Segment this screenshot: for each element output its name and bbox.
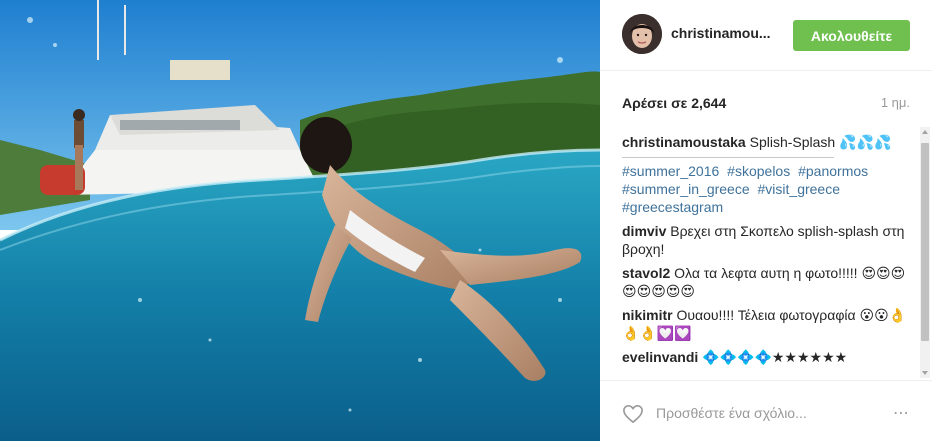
caption-user[interactable]: christinamoustaka [622,134,746,150]
comments-scrollbar[interactable] [920,127,930,378]
follow-button[interactable]: Ακολουθείτε [793,20,910,51]
comment-user[interactable]: nikimitr [622,307,673,323]
comment: stavol2 Ολα τα λεφτα αυτη η φωτο!!!!! 😍😍… [622,264,912,300]
hashtags: #summer_2016 #skopelos #panormos #summer… [622,162,912,216]
comment: nikimitr Ουαου!!!! Τέλεια φωτογραφία 😮😮👌… [622,306,912,342]
hashtag[interactable]: #greecestagram [622,199,723,215]
post-photo[interactable] [0,0,600,441]
scroll-down-arrow-icon[interactable] [920,368,930,378]
post-side-panel: christinamou... Ακολουθείτε Αρέσει σε 2,… [600,0,932,441]
comment-user[interactable]: stavol2 [622,265,670,281]
hashtag[interactable]: #summer_2016 [622,163,719,179]
comment: dimviv Βρεχει στη Σκοπελο splish-splash … [622,222,912,258]
username[interactable]: christinamou... [671,25,781,41]
hashtag[interactable]: #summer_in_greece [622,181,750,197]
comment-user[interactable]: evelinvandi [622,349,698,365]
scrollbar-thumb[interactable] [921,143,929,341]
comment-text: 💠💠💠💠★★★★★★ [702,349,848,365]
hashtag[interactable]: #panormos [798,163,868,179]
post-header: christinamou... Ακολουθείτε [600,0,932,71]
caption: christinamoustaka Splish-Splash 💦💦💦 [622,125,912,151]
likes-count[interactable]: Αρέσει σε 2,644 [622,95,726,111]
comment-input[interactable] [656,401,866,425]
comment: evelinvandi 💠💠💠💠★★★★★★ [622,348,912,366]
heart-icon[interactable] [622,404,644,424]
avatar[interactable] [622,14,662,54]
post-time[interactable]: 1 ημ. [881,95,910,110]
hashtag[interactable]: #skopelos [727,163,790,179]
hashtag[interactable]: #visit_greece [758,181,841,197]
more-options-icon[interactable]: ⋯ [893,403,910,423]
comments-list[interactable]: christinamoustaka Splish-Splash 💦💦💦 #sum… [622,125,912,378]
caption-text: Splish-Splash 💦💦💦 [749,134,892,150]
caption-divider [622,157,834,158]
scroll-up-arrow-icon[interactable] [920,127,930,137]
likes-row: Αρέσει σε 2,644 1 ημ. [600,71,932,125]
comment-user[interactable]: dimviv [622,223,666,239]
comment-footer: ⋯ [600,380,932,441]
